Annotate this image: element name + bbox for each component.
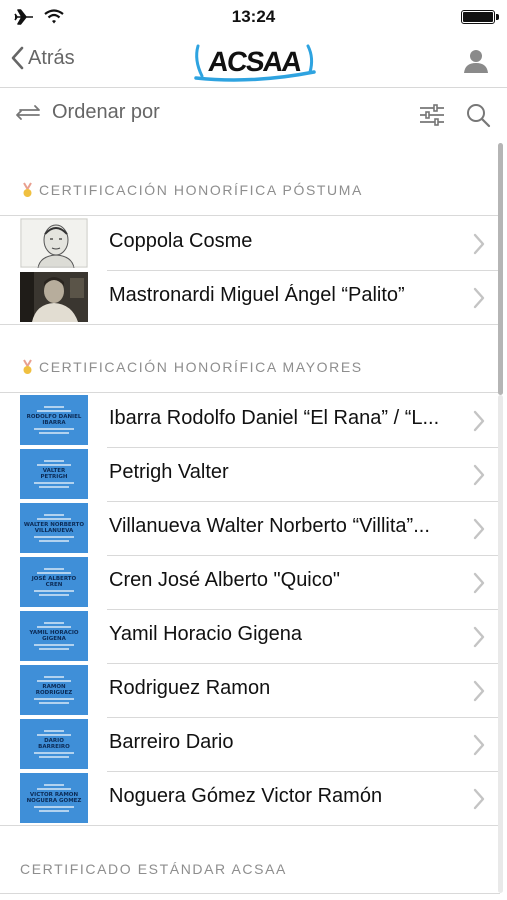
thumbnail-certificate: RAMON RODRIGUEZ xyxy=(20,665,88,715)
nav-bar: Atrás ACSAA xyxy=(0,34,507,88)
thumbnail-certificate: YAMIL HORACIO GIGENA xyxy=(20,611,88,661)
list-item[interactable]: YAMIL HORACIO GIGENA Yamil Horacio Gigena xyxy=(0,609,500,663)
section-title: CERTIFICACIÓN HONORÍFICA PÓSTUMA xyxy=(39,182,363,198)
thumbnail-certificate: VALTER PETRIGH xyxy=(20,449,88,499)
scrollbar-track xyxy=(498,395,503,893)
chevron-left-icon xyxy=(11,46,24,70)
section-header-postuma: CERTIFICACIÓN HONORÍFICA PÓSTUMA xyxy=(0,182,500,198)
list-item[interactable]: Coppola Cosme xyxy=(0,216,500,270)
battery-icon xyxy=(461,10,499,24)
chevron-right-icon xyxy=(473,626,485,648)
thumbnail-certificate: RODOLFO DANIEL IBARRA xyxy=(20,395,88,445)
item-name: Barreiro Dario xyxy=(109,731,234,753)
search-icon[interactable] xyxy=(465,102,491,128)
chevron-right-icon xyxy=(473,518,485,540)
certificate-list[interactable]: CERTIFICACIÓN HONORÍFICA PÓSTUMA Coppola… xyxy=(0,141,507,900)
back-label: Atrás xyxy=(28,46,75,69)
thumbnail-certificate: JOSÉ ALBERTO CREN xyxy=(20,557,88,607)
section-title: CERTIFICACIÓN HONORÍFICA MAYORES xyxy=(39,359,363,375)
item-name: Mastronardi Miguel Ángel “Palito” xyxy=(109,284,405,306)
toolbar: Ordenar por xyxy=(0,89,507,141)
list-item[interactable]: RODOLFO DANIEL IBARRA Ibarra Rodolfo Dani… xyxy=(0,393,500,447)
status-time: 13:24 xyxy=(231,7,276,26)
logo-text: ACSAA xyxy=(207,46,303,77)
thumbnail-portrait-sketch xyxy=(20,218,88,268)
thumbnail-certificate: DARIO BARREIRO xyxy=(20,719,88,769)
list-item[interactable]: DARIO BARREIRO Barreiro Dario xyxy=(0,717,500,771)
sort-label: Ordenar por xyxy=(52,101,160,123)
list-item[interactable]: JOSÉ ALBERTO CREN Cren José Alberto "Quic… xyxy=(0,555,500,609)
chevron-right-icon xyxy=(473,233,485,255)
list-item[interactable]: VICTOR RAMON NOGUERA GOMEZ Noguera Gómez … xyxy=(0,771,500,825)
back-button[interactable]: Atrás xyxy=(10,46,75,70)
item-name: Petrigh Valter xyxy=(109,461,229,483)
section-header-mayores: CERTIFICACIÓN HONORÍFICA MAYORES xyxy=(0,359,500,375)
medal-icon xyxy=(23,182,32,197)
thumbnail-certificate: VICTOR RAMON NOGUERA GOMEZ xyxy=(20,773,88,823)
thumbnail-certificate: WALTER NORBERTO VILLANUEVA xyxy=(20,503,88,553)
item-name: Rodriguez Ramon xyxy=(109,677,271,699)
chevron-right-icon xyxy=(473,572,485,594)
item-name: Yamil Horacio Gigena xyxy=(109,623,303,645)
sort-button[interactable]: Ordenar por xyxy=(14,101,160,124)
chevron-right-icon xyxy=(473,788,485,810)
chevron-right-icon xyxy=(473,410,485,432)
medal-icon xyxy=(23,359,32,374)
scrollbar-thumb[interactable] xyxy=(498,143,503,395)
chevron-right-icon xyxy=(473,287,485,309)
acsaa-logo: ACSAA xyxy=(194,44,316,82)
divider xyxy=(0,324,500,325)
sort-arrows-icon xyxy=(16,104,40,120)
thumbnail-portrait-photo xyxy=(20,272,88,322)
section-title: CERTIFICADO ESTÁNDAR ACSAA xyxy=(20,861,287,877)
divider xyxy=(0,893,500,894)
section-header-estandar: CERTIFICADO ESTÁNDAR ACSAA xyxy=(0,861,500,877)
item-name: Villanueva Walter Norberto “Villita”... xyxy=(109,515,430,537)
divider xyxy=(0,825,500,826)
list-item[interactable]: VALTER PETRIGH Petrigh Valter xyxy=(0,447,500,501)
item-name: Ibarra Rodolfo Daniel “El Rana” / “L... xyxy=(109,407,440,429)
list-item[interactable]: Mastronardi Miguel Ángel “Palito” xyxy=(0,270,500,324)
filter-sliders-icon[interactable] xyxy=(418,103,446,127)
chevron-right-icon xyxy=(473,680,485,702)
chevron-right-icon xyxy=(473,734,485,756)
item-name: Coppola Cosme xyxy=(109,230,253,252)
status-bar: 13:24 xyxy=(0,0,507,34)
chevron-right-icon xyxy=(473,464,485,486)
list-item[interactable]: RAMON RODRIGUEZ Rodriguez Ramon xyxy=(0,663,500,717)
item-name: Noguera Gómez Victor Ramón xyxy=(109,785,383,807)
list-item[interactable]: WALTER NORBERTO VILLANUEVA Villanueva Wal… xyxy=(0,501,500,555)
item-name: Cren José Alberto "Quico" xyxy=(109,569,340,591)
user-icon[interactable] xyxy=(463,48,489,74)
